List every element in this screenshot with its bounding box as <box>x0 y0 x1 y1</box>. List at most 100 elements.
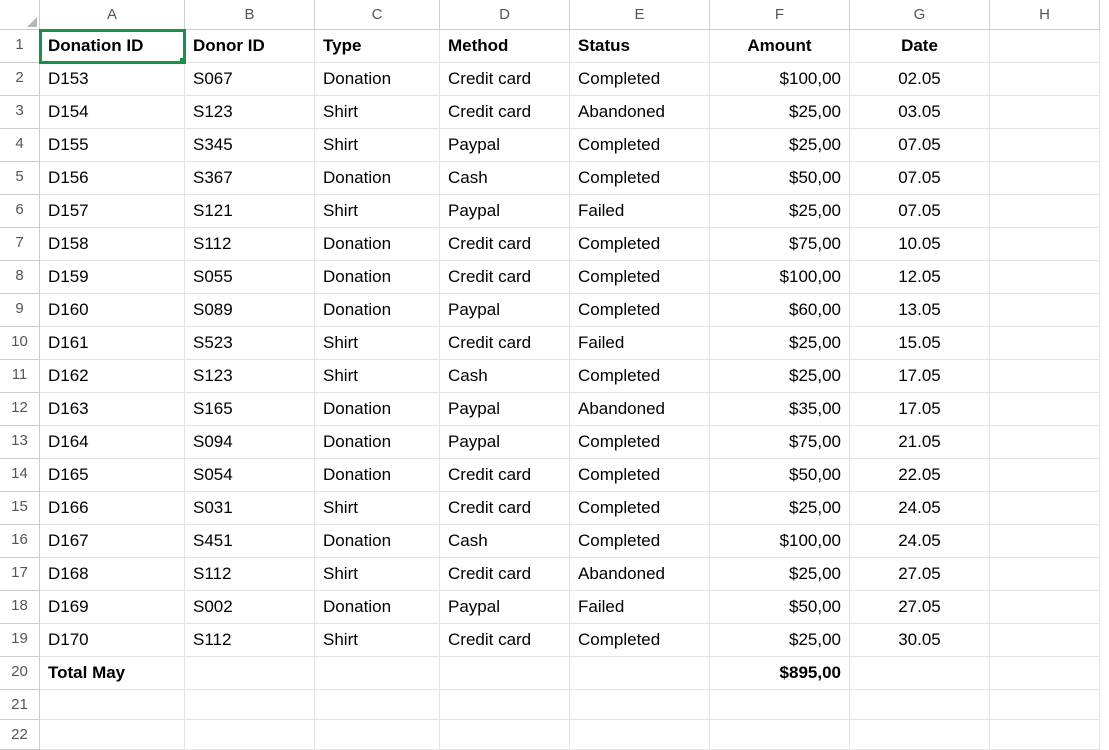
cell-F21[interactable] <box>710 690 850 720</box>
cell-H6[interactable] <box>990 195 1100 228</box>
cell-D18[interactable]: Paypal <box>440 591 570 624</box>
cell-A20[interactable]: Total May <box>40 657 185 690</box>
cell-D15[interactable]: Credit card <box>440 492 570 525</box>
cell-A6[interactable]: D157 <box>40 195 185 228</box>
col-header-D[interactable]: D <box>440 0 570 30</box>
cell-B12[interactable]: S165 <box>185 393 315 426</box>
cell-F15[interactable]: $25,00 <box>710 492 850 525</box>
cell-D4[interactable]: Paypal <box>440 129 570 162</box>
cell-E1[interactable]: Status <box>570 30 710 63</box>
cell-F2[interactable]: $100,00 <box>710 63 850 96</box>
col-header-C[interactable]: C <box>315 0 440 30</box>
row-header-5[interactable]: 5 <box>0 162 40 195</box>
cell-A16[interactable]: D167 <box>40 525 185 558</box>
cell-D7[interactable]: Credit card <box>440 228 570 261</box>
cell-B7[interactable]: S112 <box>185 228 315 261</box>
cell-E12[interactable]: Abandoned <box>570 393 710 426</box>
cell-F8[interactable]: $100,00 <box>710 261 850 294</box>
cell-A10[interactable]: D161 <box>40 327 185 360</box>
cell-F3[interactable]: $25,00 <box>710 96 850 129</box>
cell-G8[interactable]: 12.05 <box>850 261 990 294</box>
cell-E16[interactable]: Completed <box>570 525 710 558</box>
cell-G7[interactable]: 10.05 <box>850 228 990 261</box>
cell-A19[interactable]: D170 <box>40 624 185 657</box>
cell-D3[interactable]: Credit card <box>440 96 570 129</box>
cell-A3[interactable]: D154 <box>40 96 185 129</box>
cell-E2[interactable]: Completed <box>570 63 710 96</box>
cell-D12[interactable]: Paypal <box>440 393 570 426</box>
cell-C7[interactable]: Donation <box>315 228 440 261</box>
cell-H21[interactable] <box>990 690 1100 720</box>
cell-C5[interactable]: Donation <box>315 162 440 195</box>
row-header-18[interactable]: 18 <box>0 591 40 624</box>
cell-G1[interactable]: Date <box>850 30 990 63</box>
cell-E9[interactable]: Completed <box>570 294 710 327</box>
cell-C18[interactable]: Donation <box>315 591 440 624</box>
row-header-2[interactable]: 2 <box>0 63 40 96</box>
cell-C8[interactable]: Donation <box>315 261 440 294</box>
row-header-6[interactable]: 6 <box>0 195 40 228</box>
cell-B2[interactable]: S067 <box>185 63 315 96</box>
cell-B21[interactable] <box>185 690 315 720</box>
cell-E14[interactable]: Completed <box>570 459 710 492</box>
row-header-20[interactable]: 20 <box>0 657 40 690</box>
cell-B20[interactable] <box>185 657 315 690</box>
cell-C9[interactable]: Donation <box>315 294 440 327</box>
cell-C19[interactable]: Shirt <box>315 624 440 657</box>
cell-A5[interactable]: D156 <box>40 162 185 195</box>
cell-D6[interactable]: Paypal <box>440 195 570 228</box>
cell-G2[interactable]: 02.05 <box>850 63 990 96</box>
cell-B3[interactable]: S123 <box>185 96 315 129</box>
cell-A14[interactable]: D165 <box>40 459 185 492</box>
cell-D10[interactable]: Credit card <box>440 327 570 360</box>
cell-B6[interactable]: S121 <box>185 195 315 228</box>
row-header-8[interactable]: 8 <box>0 261 40 294</box>
cell-C22[interactable] <box>315 720 440 750</box>
cell-G18[interactable]: 27.05 <box>850 591 990 624</box>
cell-G14[interactable]: 22.05 <box>850 459 990 492</box>
cell-C17[interactable]: Shirt <box>315 558 440 591</box>
col-header-B[interactable]: B <box>185 0 315 30</box>
cell-C1[interactable]: Type <box>315 30 440 63</box>
cell-A7[interactable]: D158 <box>40 228 185 261</box>
cell-F19[interactable]: $25,00 <box>710 624 850 657</box>
cell-C10[interactable]: Shirt <box>315 327 440 360</box>
cell-B22[interactable] <box>185 720 315 750</box>
cell-D16[interactable]: Cash <box>440 525 570 558</box>
cell-E17[interactable]: Abandoned <box>570 558 710 591</box>
cell-F9[interactable]: $60,00 <box>710 294 850 327</box>
cell-A18[interactable]: D169 <box>40 591 185 624</box>
cell-G3[interactable]: 03.05 <box>850 96 990 129</box>
cell-B11[interactable]: S123 <box>185 360 315 393</box>
cell-G16[interactable]: 24.05 <box>850 525 990 558</box>
col-header-G[interactable]: G <box>850 0 990 30</box>
cell-A13[interactable]: D164 <box>40 426 185 459</box>
cell-H7[interactable] <box>990 228 1100 261</box>
cell-F13[interactable]: $75,00 <box>710 426 850 459</box>
cell-B5[interactable]: S367 <box>185 162 315 195</box>
cell-E15[interactable]: Completed <box>570 492 710 525</box>
cell-F6[interactable]: $25,00 <box>710 195 850 228</box>
col-header-E[interactable]: E <box>570 0 710 30</box>
cell-A1[interactable]: Donation ID <box>40 30 185 63</box>
cell-E5[interactable]: Completed <box>570 162 710 195</box>
cell-G6[interactable]: 07.05 <box>850 195 990 228</box>
cell-H15[interactable] <box>990 492 1100 525</box>
cell-C4[interactable]: Shirt <box>315 129 440 162</box>
cell-F10[interactable]: $25,00 <box>710 327 850 360</box>
cell-E19[interactable]: Completed <box>570 624 710 657</box>
cell-C6[interactable]: Shirt <box>315 195 440 228</box>
cell-F16[interactable]: $100,00 <box>710 525 850 558</box>
cell-A21[interactable] <box>40 690 185 720</box>
cell-G5[interactable]: 07.05 <box>850 162 990 195</box>
cell-A9[interactable]: D160 <box>40 294 185 327</box>
cell-E21[interactable] <box>570 690 710 720</box>
row-header-19[interactable]: 19 <box>0 624 40 657</box>
cell-E3[interactable]: Abandoned <box>570 96 710 129</box>
cell-D21[interactable] <box>440 690 570 720</box>
cell-E18[interactable]: Failed <box>570 591 710 624</box>
row-header-16[interactable]: 16 <box>0 525 40 558</box>
cell-H12[interactable] <box>990 393 1100 426</box>
cell-B17[interactable]: S112 <box>185 558 315 591</box>
cell-G22[interactable] <box>850 720 990 750</box>
